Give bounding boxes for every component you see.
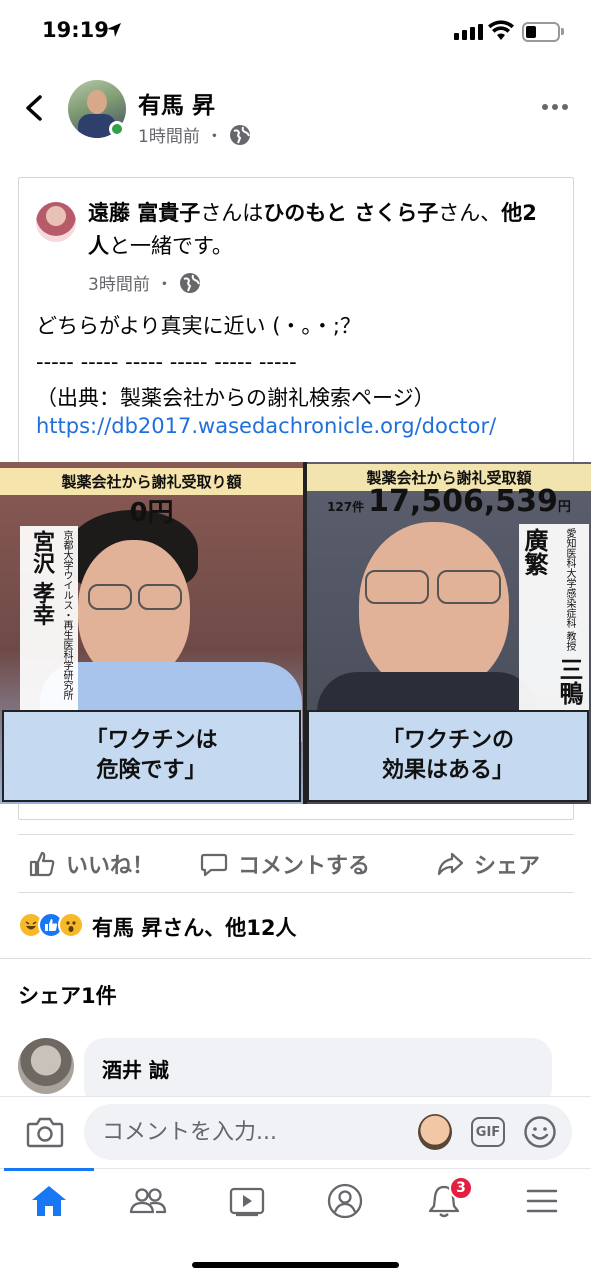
profile-icon	[327, 1183, 363, 1219]
battery-icon	[522, 22, 560, 42]
left-person-name: 宮沢 孝幸	[29, 530, 54, 626]
left-affiliation: 京都大学ウイルス・再生医科学研究所	[61, 530, 72, 700]
face-shape	[359, 522, 509, 692]
more-options-icon[interactable]	[542, 104, 568, 110]
shares-title: シェア1件	[18, 984, 117, 1008]
left-caption: 「ワクチンは 危険です」	[2, 710, 301, 802]
left-headline: 製薬会社から謝礼受取り額	[0, 468, 303, 495]
home-icon	[32, 1186, 66, 1216]
right-caption-line2: 効果はある」	[381, 758, 514, 783]
left-amount: 0円	[129, 498, 174, 528]
status-time: 19:19	[42, 18, 109, 42]
active-tab-indicator	[4, 1168, 94, 1171]
status-bar: 19:19	[0, 0, 591, 64]
share-label: シェア	[474, 854, 541, 879]
right-count: 127件	[327, 500, 365, 514]
left-caption-line1: 「ワクチンは	[85, 728, 218, 753]
glasses-shape	[437, 570, 501, 604]
wifi-icon	[488, 20, 514, 40]
divider	[18, 834, 574, 835]
menu-icon	[526, 1189, 558, 1213]
reaction-summary[interactable]: 有馬 昇さん、他12人	[92, 912, 297, 942]
tab-watch[interactable]	[222, 1180, 272, 1222]
tab-menu[interactable]	[517, 1180, 567, 1222]
notification-badge: 3	[449, 1176, 473, 1200]
shared-meta: 3時間前 ・	[88, 270, 201, 295]
home-indicator	[192, 1262, 399, 1268]
share-button[interactable]: シェア	[436, 848, 540, 880]
tag-text-3: と一緒です。	[109, 234, 233, 258]
glasses-shape	[365, 570, 429, 604]
comment-icon	[200, 853, 228, 877]
post-link[interactable]: https://db2017.wasedachronicle.org/docto…	[36, 414, 496, 438]
left-panel: 製薬会社から謝礼受取り額 0円 京都大学ウイルス・再生医科学研究所 宮沢 孝幸 …	[0, 462, 303, 804]
tag-text-2: さん、	[438, 201, 502, 225]
glasses-shape	[138, 584, 182, 610]
sharer-name[interactable]: 酒井 誠	[102, 1054, 169, 1083]
post-image[interactable]: 製薬会社から謝礼受取り額 0円 京都大学ウイルス・再生医科学研究所 宮沢 孝幸 …	[0, 462, 591, 804]
camera-icon[interactable]	[26, 1115, 64, 1149]
right-caption-line1: 「ワクチンの	[381, 728, 514, 753]
avatar-sticker-icon[interactable]	[418, 1114, 452, 1150]
wow-reaction-icon	[58, 912, 84, 938]
gif-button[interactable]: GIF	[471, 1117, 505, 1147]
cellular-signal-icon	[454, 24, 483, 40]
left-name-label: 京都大学ウイルス・再生医科学研究所 宮沢 孝幸	[20, 526, 78, 710]
shared-author-avatar[interactable]	[36, 202, 76, 242]
right-amount: 127件 17,506,539円	[307, 484, 591, 519]
post-body-text: どちらがより真実に近い (・。・;？ ----- ----- ----- ---…	[36, 314, 435, 410]
right-affiliation: 愛知医科大学感染症科 教授	[564, 528, 575, 652]
tag-line: 遠藤 富貴子さんはひのもと さくら子さん、他2人と一緒です。	[88, 197, 538, 263]
face-shape	[78, 540, 190, 680]
globe-icon	[179, 272, 200, 293]
divider	[18, 892, 574, 893]
location-arrow-icon	[107, 23, 121, 37]
thumbs-up-icon	[29, 851, 55, 877]
meta-separator: ・	[205, 127, 223, 147]
right-caption: 「ワクチンの 効果はある」	[307, 710, 589, 802]
tab-home[interactable]	[24, 1180, 74, 1222]
author-name[interactable]: 有馬 昇	[138, 86, 215, 120]
left-caption-line2: 危険です」	[96, 758, 207, 783]
glasses-shape	[88, 584, 132, 610]
tag-text-1: さんは	[200, 201, 264, 225]
like-button[interactable]: いいね！	[28, 848, 154, 880]
like-label: いいね！	[66, 854, 155, 879]
section-divider	[0, 958, 591, 959]
shared-meta-separator: ・	[155, 275, 173, 295]
tab-profile[interactable]	[320, 1180, 370, 1222]
reaction-icons[interactable]	[18, 912, 84, 938]
post-meta: 1時間前 ・	[138, 122, 251, 147]
video-icon	[229, 1187, 265, 1217]
comment-button[interactable]: コメントする	[200, 848, 370, 880]
right-amount-value: 17,506,539	[368, 484, 558, 519]
back-arrow-icon[interactable]	[22, 94, 46, 122]
shared-time[interactable]: 3時間前	[88, 270, 150, 295]
online-status-dot	[109, 121, 125, 137]
comment-label: コメントする	[238, 854, 371, 879]
share-arrow-icon	[437, 852, 464, 876]
sharer-avatar[interactable]	[18, 1038, 74, 1094]
tagger-name[interactable]: 遠藤 富貴子	[88, 201, 200, 225]
right-amount-unit: 円	[557, 500, 571, 515]
battery-nub	[561, 28, 564, 35]
right-name-label: 愛知医科大学感染症科 教授 三鴨 廣繁	[519, 524, 589, 710]
globe-icon	[229, 124, 250, 145]
tagged-name[interactable]: ひのもと さくら子	[263, 201, 438, 225]
post-time[interactable]: 1時間前	[138, 122, 200, 147]
emoji-icon[interactable]	[523, 1115, 557, 1149]
friends-icon	[129, 1188, 167, 1214]
tab-groups[interactable]	[123, 1180, 173, 1222]
